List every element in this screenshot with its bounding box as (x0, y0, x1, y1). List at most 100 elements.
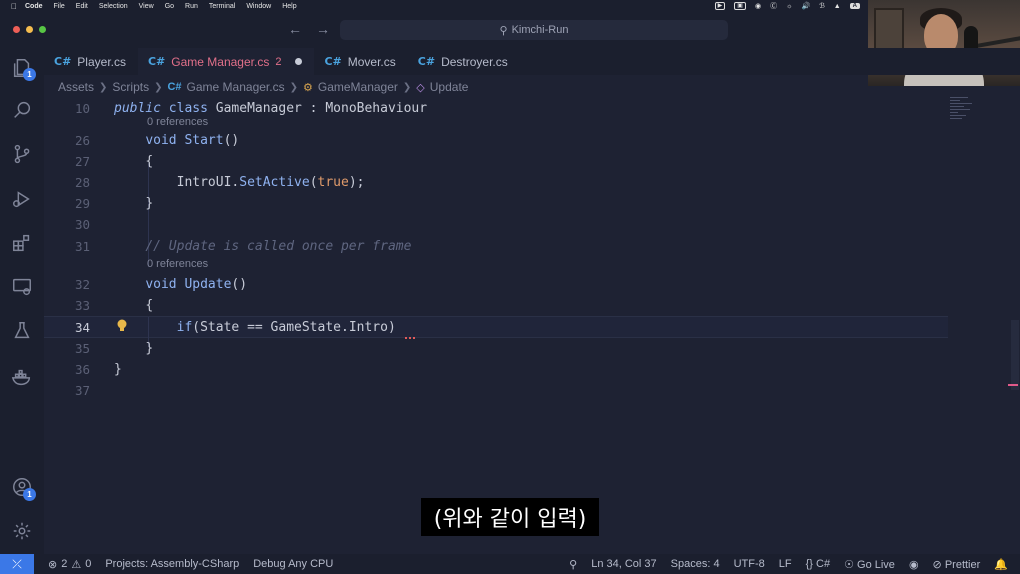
codelens-references[interactable]: 0 references (147, 258, 208, 272)
code-text: void Start() (145, 133, 240, 148)
remote-indicator-icon[interactable]: ⤫ (0, 554, 34, 574)
end-of-line[interactable]: LF (779, 558, 792, 570)
projects-indicator[interactable]: Projects: Assembly-CSharp (105, 558, 239, 570)
error-count: 2 (61, 558, 68, 570)
activity-bar: 1 1 (0, 48, 44, 554)
breadcrumb-class[interactable]: GameManager (318, 80, 398, 94)
code-editor[interactable]: 10 public class GameManager : MonoBehavi… (44, 97, 1020, 554)
breadcrumb-assets[interactable]: Assets (58, 80, 94, 94)
minimap[interactable] (950, 97, 990, 137)
cursor-position[interactable]: Ln 34, Col 37 (591, 558, 656, 570)
unsaved-dot-icon[interactable] (295, 58, 303, 65)
extensions-icon[interactable] (11, 232, 33, 254)
menu-file[interactable]: File (54, 3, 65, 10)
line-number: 10 (74, 101, 90, 116)
copilot-icon[interactable]: ◉ (909, 558, 919, 571)
csharp-file-icon: C# (417, 55, 436, 68)
menu-window[interactable]: Window (246, 3, 271, 10)
error-icon: ⊗ (48, 558, 58, 571)
code-text: if(State == GameState.Intro) (176, 320, 396, 335)
display-icon[interactable]: ▣ (734, 2, 746, 10)
control-center-icon[interactable]: ◉ (755, 2, 761, 10)
notifications-bell-icon[interactable]: 🔔 (994, 558, 1008, 571)
menu-edit[interactable]: Edit (76, 3, 88, 10)
indentation[interactable]: Spaces: 4 (671, 558, 720, 570)
tab-mover-cs[interactable]: C# Mover.cs (314, 48, 407, 75)
code-text: } (114, 362, 122, 377)
menu-terminal[interactable]: Terminal (209, 3, 235, 10)
menu-go[interactable]: Go (165, 3, 174, 10)
problems-indicator[interactable]: ⊗ 2 ⚠ 0 (48, 558, 91, 571)
line-number: 28 (74, 175, 90, 190)
explorer-badge: 1 (23, 68, 36, 81)
csharp-file-icon: C# (324, 55, 342, 68)
lightbulb-icon[interactable] (116, 318, 128, 334)
code-text: { (145, 298, 154, 313)
menu-help[interactable]: Help (282, 3, 296, 10)
testing-flask-icon[interactable] (11, 320, 33, 342)
code-text: public class GameManager : MonoBehaviour (114, 101, 428, 116)
line-number: 34 (74, 320, 90, 335)
code-text: // Update is called once per frame (145, 239, 412, 254)
braces-icon: {} (805, 558, 813, 570)
zoom-icon[interactable]: ⚲ (569, 558, 577, 571)
menu-view[interactable]: View (139, 3, 154, 10)
tab-label: Game Manager.cs (171, 54, 270, 69)
docker-icon[interactable] (11, 366, 33, 388)
tab-player-cs[interactable]: C# Player.cs (44, 48, 138, 75)
code-line-27: 27 { (44, 151, 944, 172)
csharp-file-icon: C# (167, 81, 182, 93)
menu-app-name[interactable]: Code (25, 3, 43, 10)
code-line-30: 30 (44, 214, 944, 235)
breadcrumb-method[interactable]: Update (430, 80, 469, 94)
codelens-references[interactable]: 0 references (147, 116, 208, 130)
search-view-icon[interactable] (11, 99, 33, 121)
code-line-37: 37 (44, 380, 944, 401)
breadcrumb-file[interactable]: Game Manager.cs (187, 80, 285, 94)
chevron-right-icon: ❯ (99, 81, 108, 93)
command-center-search[interactable]: ⚲ Kimchi-Run (340, 20, 728, 40)
debug-config[interactable]: Debug Any CPU (253, 558, 333, 570)
back-arrow-icon[interactable]: ← (288, 21, 302, 37)
line-number: 26 (74, 133, 90, 148)
warning-icon: ⚠ (71, 558, 82, 571)
c-icon[interactable]: Ⓒ (770, 1, 777, 11)
menu-run[interactable]: Run (185, 3, 198, 10)
menu-selection[interactable]: Selection (99, 3, 128, 10)
screen-record-icon[interactable]: ▶ (714, 2, 726, 10)
remote-explorer-icon[interactable] (11, 276, 33, 298)
volume-icon[interactable]: 🔊 (801, 2, 810, 10)
line-number: 37 (74, 383, 90, 398)
window-titlebar: ← → ⚲ Kimchi-Run (0, 12, 1020, 48)
tab-game-manager-cs[interactable]: C# Game Manager.cs 2 (137, 48, 315, 75)
language-mode[interactable]: {} C# (806, 558, 830, 570)
code-text: } (145, 341, 154, 356)
breadcrumb-scripts[interactable]: Scripts (112, 80, 149, 94)
code-line-32: 32 void Update() (44, 274, 944, 295)
source-control-icon[interactable] (11, 143, 33, 165)
prettier-button[interactable]: ⊘ Prettier (933, 558, 981, 571)
settings-gear-icon[interactable] (11, 520, 33, 542)
breadcrumb: Assets ❯ Scripts ❯ C# Game Manager.cs ❯ … (58, 79, 468, 95)
status-bar: ⤫ ⊗ 2 ⚠ 0 Projects: Assembly-CSharp Debu… (0, 554, 1020, 574)
airplay-icon[interactable]: ▲ (834, 3, 841, 10)
close-window-icon[interactable] (13, 26, 20, 33)
apple-icon[interactable]:  (11, 2, 17, 11)
tab-label: Mover.cs (347, 54, 396, 69)
code-line-28: 28 IntroUI.SetActive(true); (44, 172, 944, 193)
forward-arrow-icon[interactable]: → (316, 21, 330, 37)
encoding[interactable]: UTF-8 (734, 558, 765, 570)
zoom-window-icon[interactable] (39, 26, 46, 33)
code-line-34: 34 if(State == GameState.Intro) (44, 317, 944, 338)
bluetooth-icon[interactable]: ℬ (819, 2, 825, 10)
minimize-window-icon[interactable] (26, 26, 33, 33)
code-text: IntroUI.SetActive(true); (176, 175, 365, 190)
input-source-icon[interactable]: A (849, 3, 860, 9)
vertical-scrollbar-thumb[interactable] (1011, 320, 1019, 390)
go-live-button[interactable]: ☉ Go Live (844, 558, 895, 571)
prohibited-icon: ⊘ (932, 558, 942, 571)
brightness-icon[interactable]: ☼ (786, 3, 792, 10)
code-line-35: 35 } (44, 338, 944, 359)
tab-destroyer-cs[interactable]: C# Destroyer.cs (408, 48, 520, 75)
run-debug-icon[interactable] (11, 188, 33, 210)
